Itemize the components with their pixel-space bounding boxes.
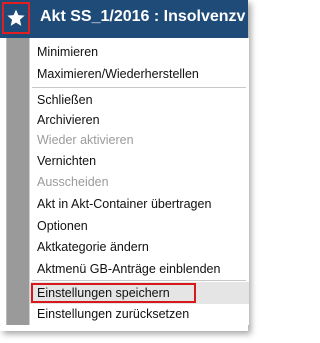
star-icon: [7, 9, 25, 26]
menu-gutter: [7, 38, 29, 325]
system-context-menu: Minimieren Maximieren/Wiederherstellen S…: [6, 38, 249, 325]
menu-item-minimieren[interactable]: Minimieren: [37, 42, 98, 62]
menu-item-vernichten[interactable]: Vernichten: [37, 151, 96, 171]
menu-item-ausscheiden: Ausscheiden: [37, 175, 109, 189]
menu-item-maximieren-wiederherstellen[interactable]: Maximieren/Wiederherstellen: [37, 64, 199, 84]
menu-item-einstellungen-speichern[interactable]: Einstellungen speichern: [37, 283, 170, 303]
menu-item-optionen[interactable]: Optionen: [37, 216, 88, 236]
window-title: Akt SS_1/2016 : Insolvenzv: [40, 8, 246, 25]
menu-item-aktmenue-gb-antraege-einblenden[interactable]: Aktmenü GB-Anträge einblenden: [37, 259, 220, 279]
menu-separator: [32, 280, 246, 281]
menu-item-archivieren[interactable]: Archivieren: [37, 110, 100, 130]
menu-item-einstellungen-zuruecksetzen[interactable]: Einstellungen zurücksetzen: [37, 304, 189, 324]
menu-item-aktkategorie-aendern[interactable]: Aktkategorie ändern: [37, 237, 149, 257]
menu-separator: [32, 87, 246, 88]
menu-item-akt-in-akt-container-uebertragen[interactable]: Akt in Akt-Container übertragen: [37, 194, 211, 214]
menu-item-schliessen[interactable]: Schließen: [37, 90, 93, 110]
title-bar: Akt SS_1/2016 : Insolvenzv: [0, 0, 248, 38]
menu-body: Minimieren Maximieren/Wiederherstellen S…: [29, 38, 249, 325]
context-menu-window: Akt SS_1/2016 : Insolvenzv Minimieren Ma…: [0, 0, 249, 331]
menu-item-wieder-aktivieren: Wieder aktivieren: [37, 133, 134, 147]
window-menu-button[interactable]: [2, 2, 30, 34]
